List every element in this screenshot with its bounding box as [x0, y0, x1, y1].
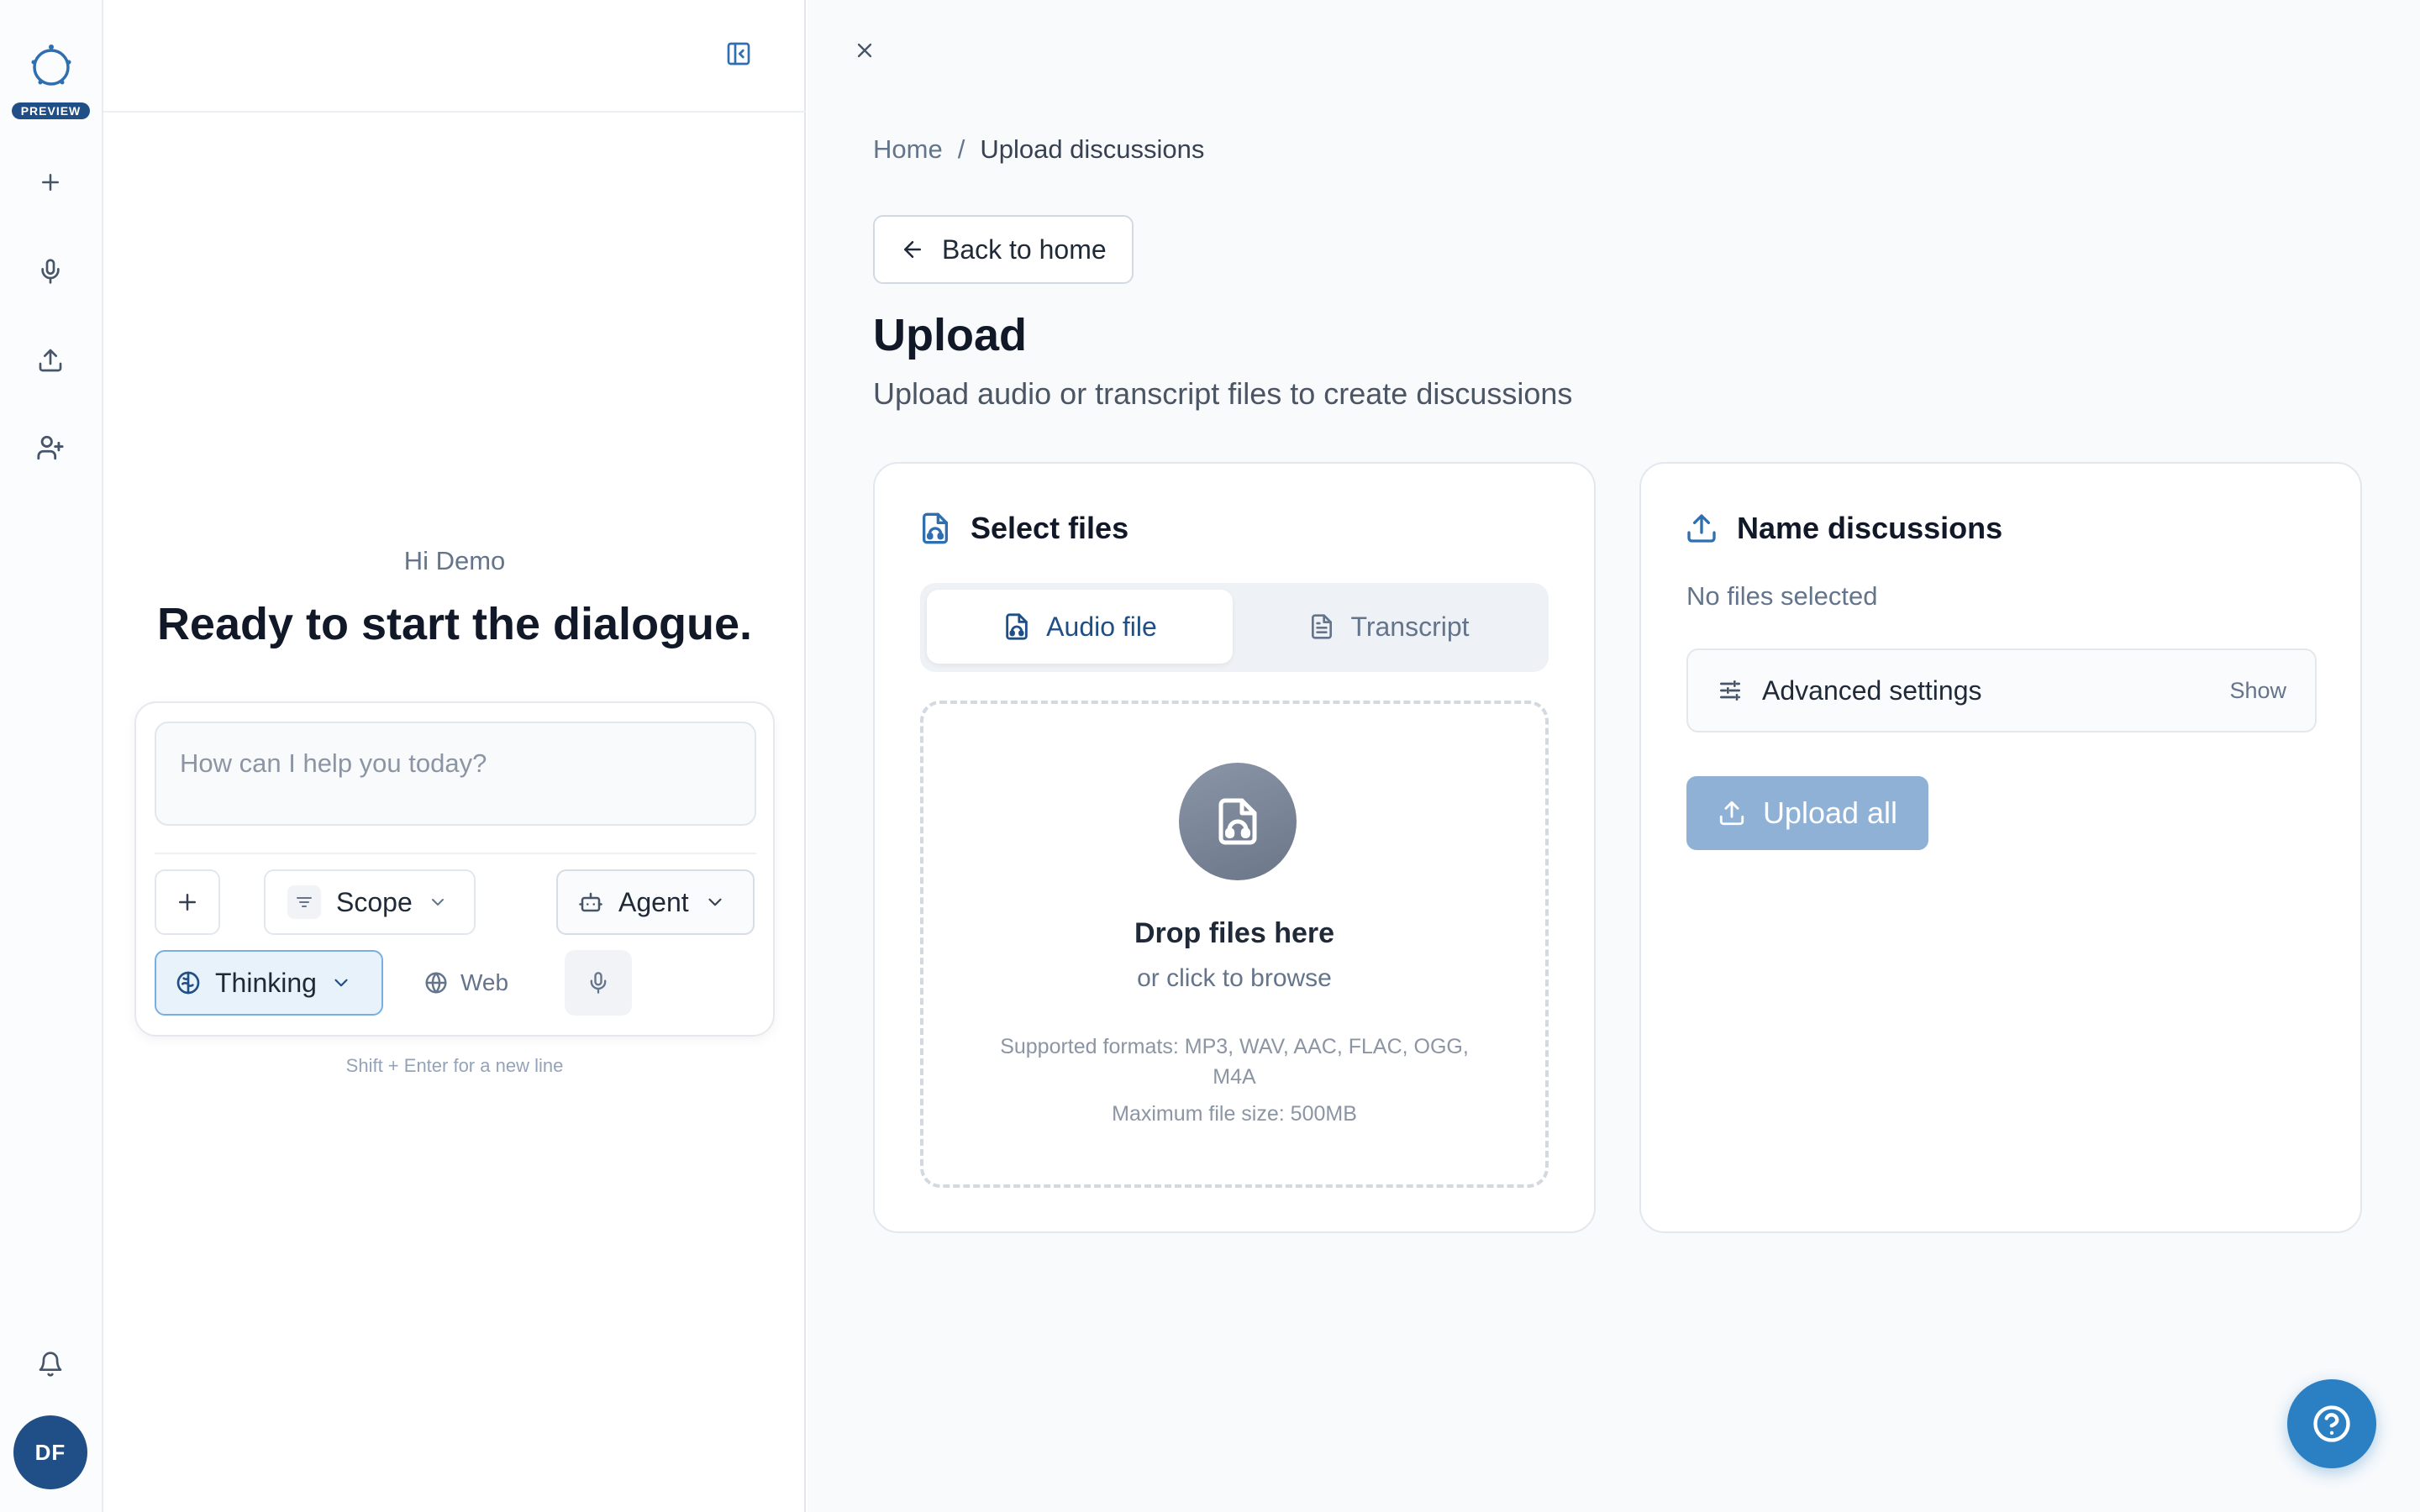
help-circle-icon — [2310, 1402, 2354, 1446]
chat-headline: Ready to start the dialogue. — [156, 599, 753, 649]
web-search-toggle[interactable]: Web — [415, 950, 524, 1016]
scope-label: Scope — [336, 886, 413, 917]
agent-label: Agent — [618, 886, 689, 917]
file-type-tabs: Audio file Transcript — [920, 583, 1549, 672]
audio-file-icon — [1002, 612, 1031, 641]
advanced-settings-toggle[interactable]: Advanced settings Show — [1686, 648, 2317, 732]
tab-audio-file-label: Audio file — [1046, 611, 1157, 642]
notifications-button[interactable] — [30, 1344, 71, 1384]
name-discussions-title: Name discussions — [1737, 511, 2003, 545]
supported-formats-text: Supported formats: MP3, WAV, AAC, FLAC, … — [1000, 1035, 1469, 1089]
plus-icon — [38, 170, 63, 195]
chat-composer: How can I help you today? Scope Agent Th… — [134, 701, 775, 1037]
attach-button[interactable] — [155, 869, 220, 935]
panel-collapse-icon — [725, 40, 752, 67]
web-label: Web — [460, 969, 509, 995]
document-icon — [1308, 613, 1335, 640]
voice-input-button[interactable] — [565, 950, 632, 1016]
close-icon — [853, 39, 876, 62]
plus-icon — [175, 890, 200, 915]
chevron-down-icon — [704, 891, 726, 913]
arrow-left-icon — [900, 237, 925, 262]
no-files-text: No files selected — [1686, 581, 1878, 611]
app-logo-icon[interactable] — [24, 37, 79, 92]
upload-icon — [1685, 512, 1718, 545]
dropzone-subtitle: or click to browse — [1137, 964, 1332, 992]
tab-transcript[interactable]: Transcript — [1236, 590, 1542, 664]
user-avatar[interactable]: DF — [13, 1415, 87, 1489]
page-subtitle: Upload audio or transcript files to crea… — [873, 376, 1573, 411]
microphone-icon — [587, 971, 610, 995]
chat-header — [103, 0, 806, 113]
scope-dropdown[interactable]: Scope — [264, 869, 476, 935]
bot-icon — [578, 890, 603, 915]
audio-file-icon — [1179, 763, 1297, 880]
sliders-icon — [1717, 677, 1744, 704]
filter-icon — [287, 885, 321, 919]
help-button[interactable] — [2287, 1379, 2376, 1468]
main-content: Home / Upload discussions Back to home U… — [808, 0, 2420, 1512]
bell-icon — [37, 1351, 64, 1378]
max-file-size-text: Maximum file size: 500MB — [1112, 1102, 1357, 1126]
close-button[interactable] — [848, 34, 881, 67]
breadcrumb-current: Upload discussions — [980, 134, 1205, 164]
file-dropzone[interactable]: Drop files here or click to browse Suppo… — [920, 701, 1549, 1188]
advanced-settings-label: Advanced settings — [1762, 675, 1982, 706]
chat-input[interactable]: How can I help you today? — [155, 722, 756, 826]
advanced-settings-show[interactable]: Show — [2229, 678, 2286, 704]
chat-panel: Hi Demo Ready to start the dialogue. How… — [103, 0, 806, 1512]
record-button[interactable] — [30, 251, 71, 291]
tab-transcript-label: Transcript — [1350, 611, 1470, 642]
new-chat-button[interactable] — [30, 162, 71, 202]
breadcrumb: Home / Upload discussions — [873, 134, 1204, 165]
breadcrumb-home-link[interactable]: Home — [873, 134, 943, 165]
composer-divider — [155, 853, 756, 854]
chevron-down-icon — [428, 892, 448, 912]
microphone-icon — [37, 258, 64, 285]
back-to-home-label: Back to home — [942, 234, 1107, 265]
keyboard-hint: Shift + Enter for a new line — [345, 1055, 564, 1076]
greeting-text: Hi Demo — [403, 546, 506, 575]
page-title: Upload — [873, 310, 1027, 360]
user-plus-icon — [36, 433, 65, 462]
globe-icon — [424, 970, 449, 995]
left-rail: PREVIEW DF — [0, 0, 103, 1512]
upload-nav-button[interactable] — [30, 340, 71, 381]
chevron-down-icon — [330, 972, 352, 994]
audio-file-icon — [918, 512, 952, 545]
upload-icon — [37, 347, 64, 374]
breadcrumb-separator: / — [957, 134, 965, 164]
name-discussions-header: Name discussions — [1685, 511, 2002, 546]
select-files-header: Select files — [918, 511, 1128, 546]
tab-audio-file[interactable]: Audio file — [927, 590, 1233, 664]
select-files-title: Select files — [971, 511, 1129, 545]
thinking-label: Thinking — [215, 967, 317, 998]
select-files-card: Select files Audio file Transcript Drop … — [873, 462, 1596, 1233]
upload-icon — [1718, 799, 1746, 827]
brain-icon — [175, 969, 202, 996]
invite-user-button[interactable] — [30, 428, 71, 468]
agent-dropdown[interactable]: Agent — [556, 869, 755, 935]
name-discussions-card: Name discussions No files selected Advan… — [1639, 462, 2362, 1233]
thinking-dropdown[interactable]: Thinking — [155, 950, 383, 1016]
preview-badge: PREVIEW — [12, 102, 90, 119]
upload-all-label: Upload all — [1762, 795, 1898, 830]
dropzone-title: Drop files here — [1134, 917, 1335, 949]
back-to-home-button[interactable]: Back to home — [873, 215, 1134, 284]
upload-all-button[interactable]: Upload all — [1686, 776, 1928, 850]
collapse-panel-button[interactable] — [722, 37, 755, 71]
